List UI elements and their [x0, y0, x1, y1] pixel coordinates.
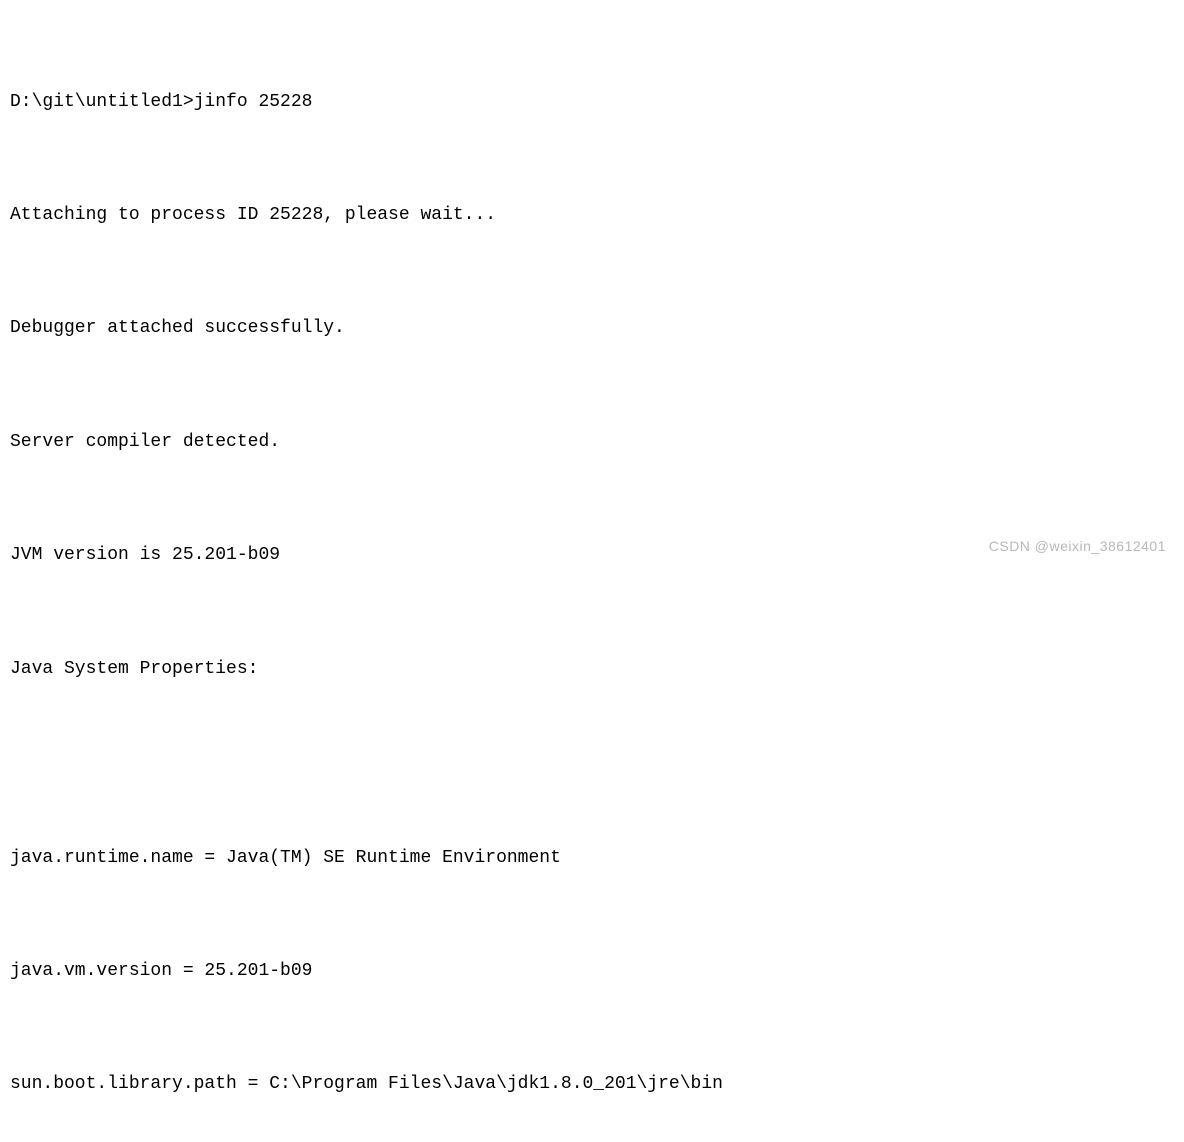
watermark: CSDN @weixin_38612401	[989, 532, 1166, 561]
output-line: Java System Properties:	[10, 651, 1174, 689]
output-line: Server compiler detected.	[10, 424, 1174, 462]
output-line: Debugger attached successfully.	[10, 310, 1174, 348]
terminal-output: D:\git\untitled1>jinfo 25228 Attaching t…	[10, 8, 1174, 1142]
output-line: Attaching to process ID 25228, please wa…	[10, 197, 1174, 235]
output-line: java.vm.version = 25.201-b09	[10, 953, 1174, 991]
prompt-line: D:\git\untitled1>jinfo 25228	[10, 84, 1174, 122]
output-line: java.runtime.name = Java(TM) SE Runtime …	[10, 840, 1174, 878]
output-line: sun.boot.library.path = C:\Program Files…	[10, 1066, 1174, 1104]
